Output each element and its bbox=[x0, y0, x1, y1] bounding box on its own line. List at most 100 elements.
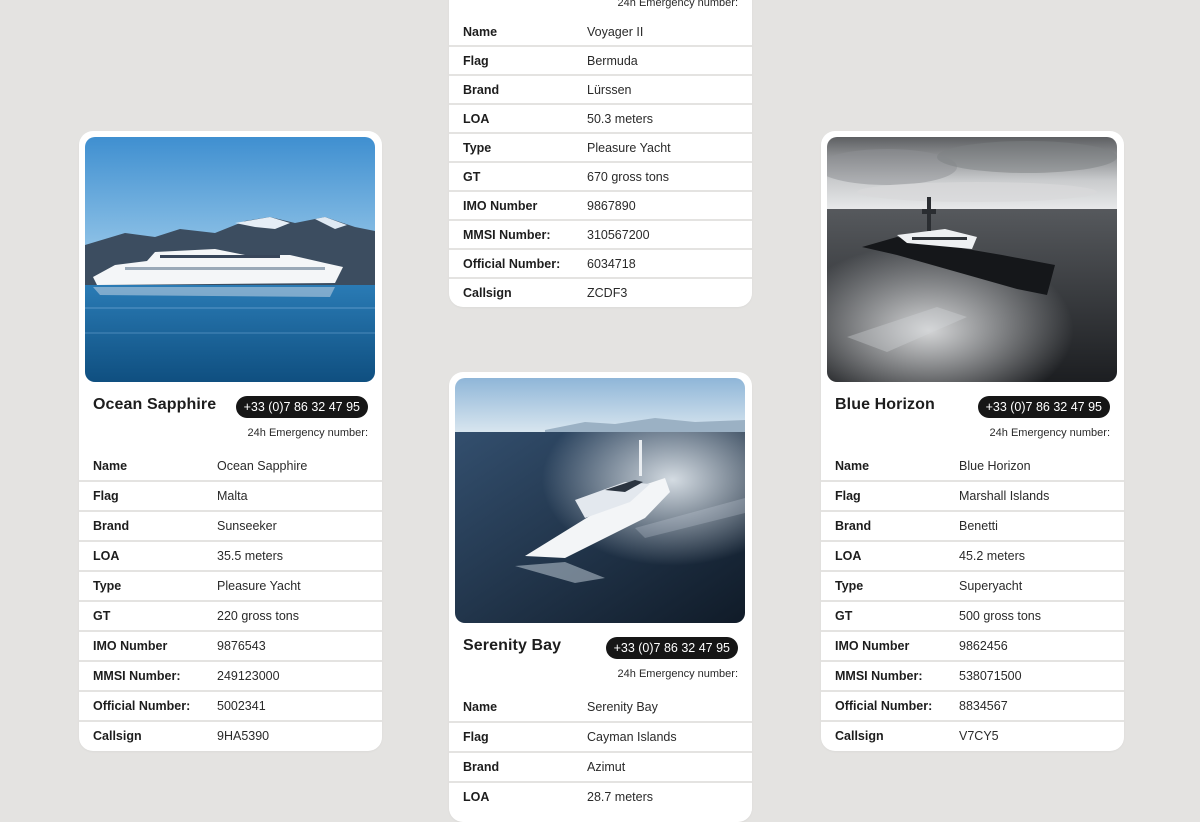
table-row: Callsign ZCDF3 bbox=[449, 279, 752, 306]
row-value: Cayman Islands bbox=[587, 730, 677, 744]
table-row: LOA 28.7 meters bbox=[449, 783, 752, 811]
table-row: Name Ocean Sapphire bbox=[79, 452, 382, 480]
table-row: GT 670 gross tons bbox=[449, 163, 752, 190]
row-label: Name bbox=[463, 700, 498, 714]
yacht-card-ocean-sapphire: Ocean Sapphire +33 (0)7 86 32 47 95 24h … bbox=[79, 131, 382, 751]
row-value: 50.3 meters bbox=[587, 111, 654, 126]
row-value: Blue Horizon bbox=[959, 459, 1031, 473]
details-table: Name Blue Horizon Flag Marshall Islands Br… bbox=[821, 452, 1124, 750]
row-label: IMO Number bbox=[463, 198, 538, 213]
table-row: Callsign 9HA5390 bbox=[79, 722, 382, 750]
row-label: Type bbox=[463, 140, 492, 155]
table-row: LOA 35.5 meters bbox=[79, 542, 382, 570]
yacht-card-voyager: 24h Emergency number: Name Voyager II Fla… bbox=[449, 0, 752, 307]
row-value: 28.7 meters bbox=[587, 790, 654, 804]
row-label: Brand bbox=[835, 519, 872, 533]
emergency-label-row: 24h Emergency number: bbox=[449, 0, 752, 18]
row-value: 310567200 bbox=[587, 227, 650, 242]
row-label: Flag bbox=[463, 730, 489, 744]
row-label: Brand bbox=[93, 519, 130, 533]
row-value: Bermuda bbox=[587, 53, 638, 68]
table-row: Name Serenity Bay bbox=[449, 693, 752, 721]
row-label: GT bbox=[93, 609, 111, 623]
row-label: GT bbox=[835, 609, 853, 623]
table-row: IMO Number 9876543 bbox=[79, 632, 382, 660]
row-value: 9876543 bbox=[217, 639, 266, 653]
table-row: Brand Lürssen bbox=[449, 76, 752, 103]
row-value: 220 gross tons bbox=[217, 609, 299, 623]
table-row: LOA 50.3 meters bbox=[449, 105, 752, 132]
table-row: MMSI Number: 249123000 bbox=[79, 662, 382, 690]
row-label: LOA bbox=[835, 549, 862, 563]
row-label: GT bbox=[463, 169, 481, 184]
row-value: 9862456 bbox=[959, 639, 1008, 653]
yacht-card-blue-horizon: Blue Horizon +33 (0)7 86 32 47 95 24h Em… bbox=[821, 131, 1124, 751]
row-label: Callsign bbox=[835, 729, 884, 743]
emergency-phone-button[interactable]: +33 (0)7 86 32 47 95 bbox=[235, 396, 368, 418]
card-header: Serenity Bay +33 (0)7 86 32 47 95 24h Em… bbox=[449, 623, 752, 693]
row-value: Serenity Bay bbox=[587, 700, 658, 714]
row-label: Brand bbox=[463, 760, 500, 774]
row-label: LOA bbox=[463, 111, 490, 126]
table-row: Brand Benetti bbox=[821, 512, 1124, 540]
row-label: MMSI Number: bbox=[463, 227, 551, 242]
emergency-phone-button[interactable]: +33 (0)7 86 32 47 95 bbox=[977, 396, 1110, 418]
row-label: Name bbox=[93, 459, 128, 473]
row-label: LOA bbox=[93, 549, 120, 563]
table-row: Flag Marshall Islands bbox=[821, 482, 1124, 510]
row-value: 9HA5390 bbox=[217, 729, 270, 743]
table-row: Type Pleasure Yacht bbox=[79, 572, 382, 600]
row-value: 670 gross tons bbox=[587, 169, 669, 184]
row-value: Superyacht bbox=[959, 579, 1023, 593]
row-label: Flag bbox=[835, 489, 861, 503]
emergency-phone-button[interactable]: +33 (0)7 86 32 47 95 bbox=[605, 637, 738, 659]
row-label: IMO Number bbox=[835, 639, 910, 653]
row-value: Pleasure Yacht bbox=[217, 579, 301, 593]
row-value: Lürssen bbox=[587, 82, 632, 97]
row-label: Brand bbox=[463, 82, 500, 97]
row-label: Official Number: bbox=[93, 699, 191, 713]
row-label: Official Number: bbox=[835, 699, 933, 713]
yacht-title: Ocean Sapphire bbox=[93, 396, 217, 413]
row-label: Flag bbox=[93, 489, 119, 503]
row-label: Callsign bbox=[93, 729, 142, 743]
table-row: Official Number: 6034718 bbox=[449, 250, 752, 277]
yacht-title: Blue Horizon bbox=[835, 396, 935, 413]
table-row: Flag Cayman Islands bbox=[449, 723, 752, 751]
row-value: 5002341 bbox=[217, 699, 266, 713]
yacht-photo bbox=[455, 378, 745, 623]
row-label: MMSI Number: bbox=[835, 669, 923, 683]
table-row: MMSI Number: 310567200 bbox=[449, 221, 752, 248]
table-row: Type Superyacht bbox=[821, 572, 1124, 600]
row-value: Sunseeker bbox=[217, 519, 277, 533]
table-row: GT 500 gross tons bbox=[821, 602, 1124, 630]
row-label: Type bbox=[93, 579, 122, 593]
emergency-label: 24h Emergency number: bbox=[617, 0, 738, 9]
emergency-label: 24h Emergency number: bbox=[617, 668, 738, 680]
yacht-title: Serenity Bay bbox=[463, 637, 562, 654]
row-value: 8834567 bbox=[959, 699, 1008, 713]
row-label: Official Number: bbox=[463, 256, 561, 271]
table-row: Type Pleasure Yacht bbox=[449, 134, 752, 161]
row-value: Malta bbox=[217, 489, 248, 503]
row-value: Ocean Sapphire bbox=[217, 459, 308, 473]
yacht-photo bbox=[827, 137, 1117, 382]
emergency-label: 24h Emergency number: bbox=[989, 427, 1110, 439]
row-label: IMO Number bbox=[93, 639, 168, 653]
row-value: Azimut bbox=[587, 760, 626, 774]
table-row: IMO Number 9862456 bbox=[821, 632, 1124, 660]
row-label: LOA bbox=[463, 790, 490, 804]
row-value: 45.2 meters bbox=[959, 549, 1026, 563]
card-header: Blue Horizon +33 (0)7 86 32 47 95 24h Em… bbox=[821, 382, 1124, 452]
row-value: Pleasure Yacht bbox=[587, 140, 671, 155]
details-table: Name Ocean Sapphire Flag Malta Brand Sunsee… bbox=[79, 452, 382, 750]
table-row: Name Blue Horizon bbox=[821, 452, 1124, 480]
details-table: Name Serenity Bay Flag Cayman Islands Bran… bbox=[449, 693, 752, 811]
table-row: Flag Malta bbox=[79, 482, 382, 510]
row-value: 500 gross tons bbox=[959, 609, 1041, 623]
table-row: MMSI Number: 538071500 bbox=[821, 662, 1124, 690]
table-row: LOA 45.2 meters bbox=[821, 542, 1124, 570]
table-row: Official Number: 8834567 bbox=[821, 692, 1124, 720]
row-label: Name bbox=[463, 24, 498, 39]
table-row: Brand Sunseeker bbox=[79, 512, 382, 540]
